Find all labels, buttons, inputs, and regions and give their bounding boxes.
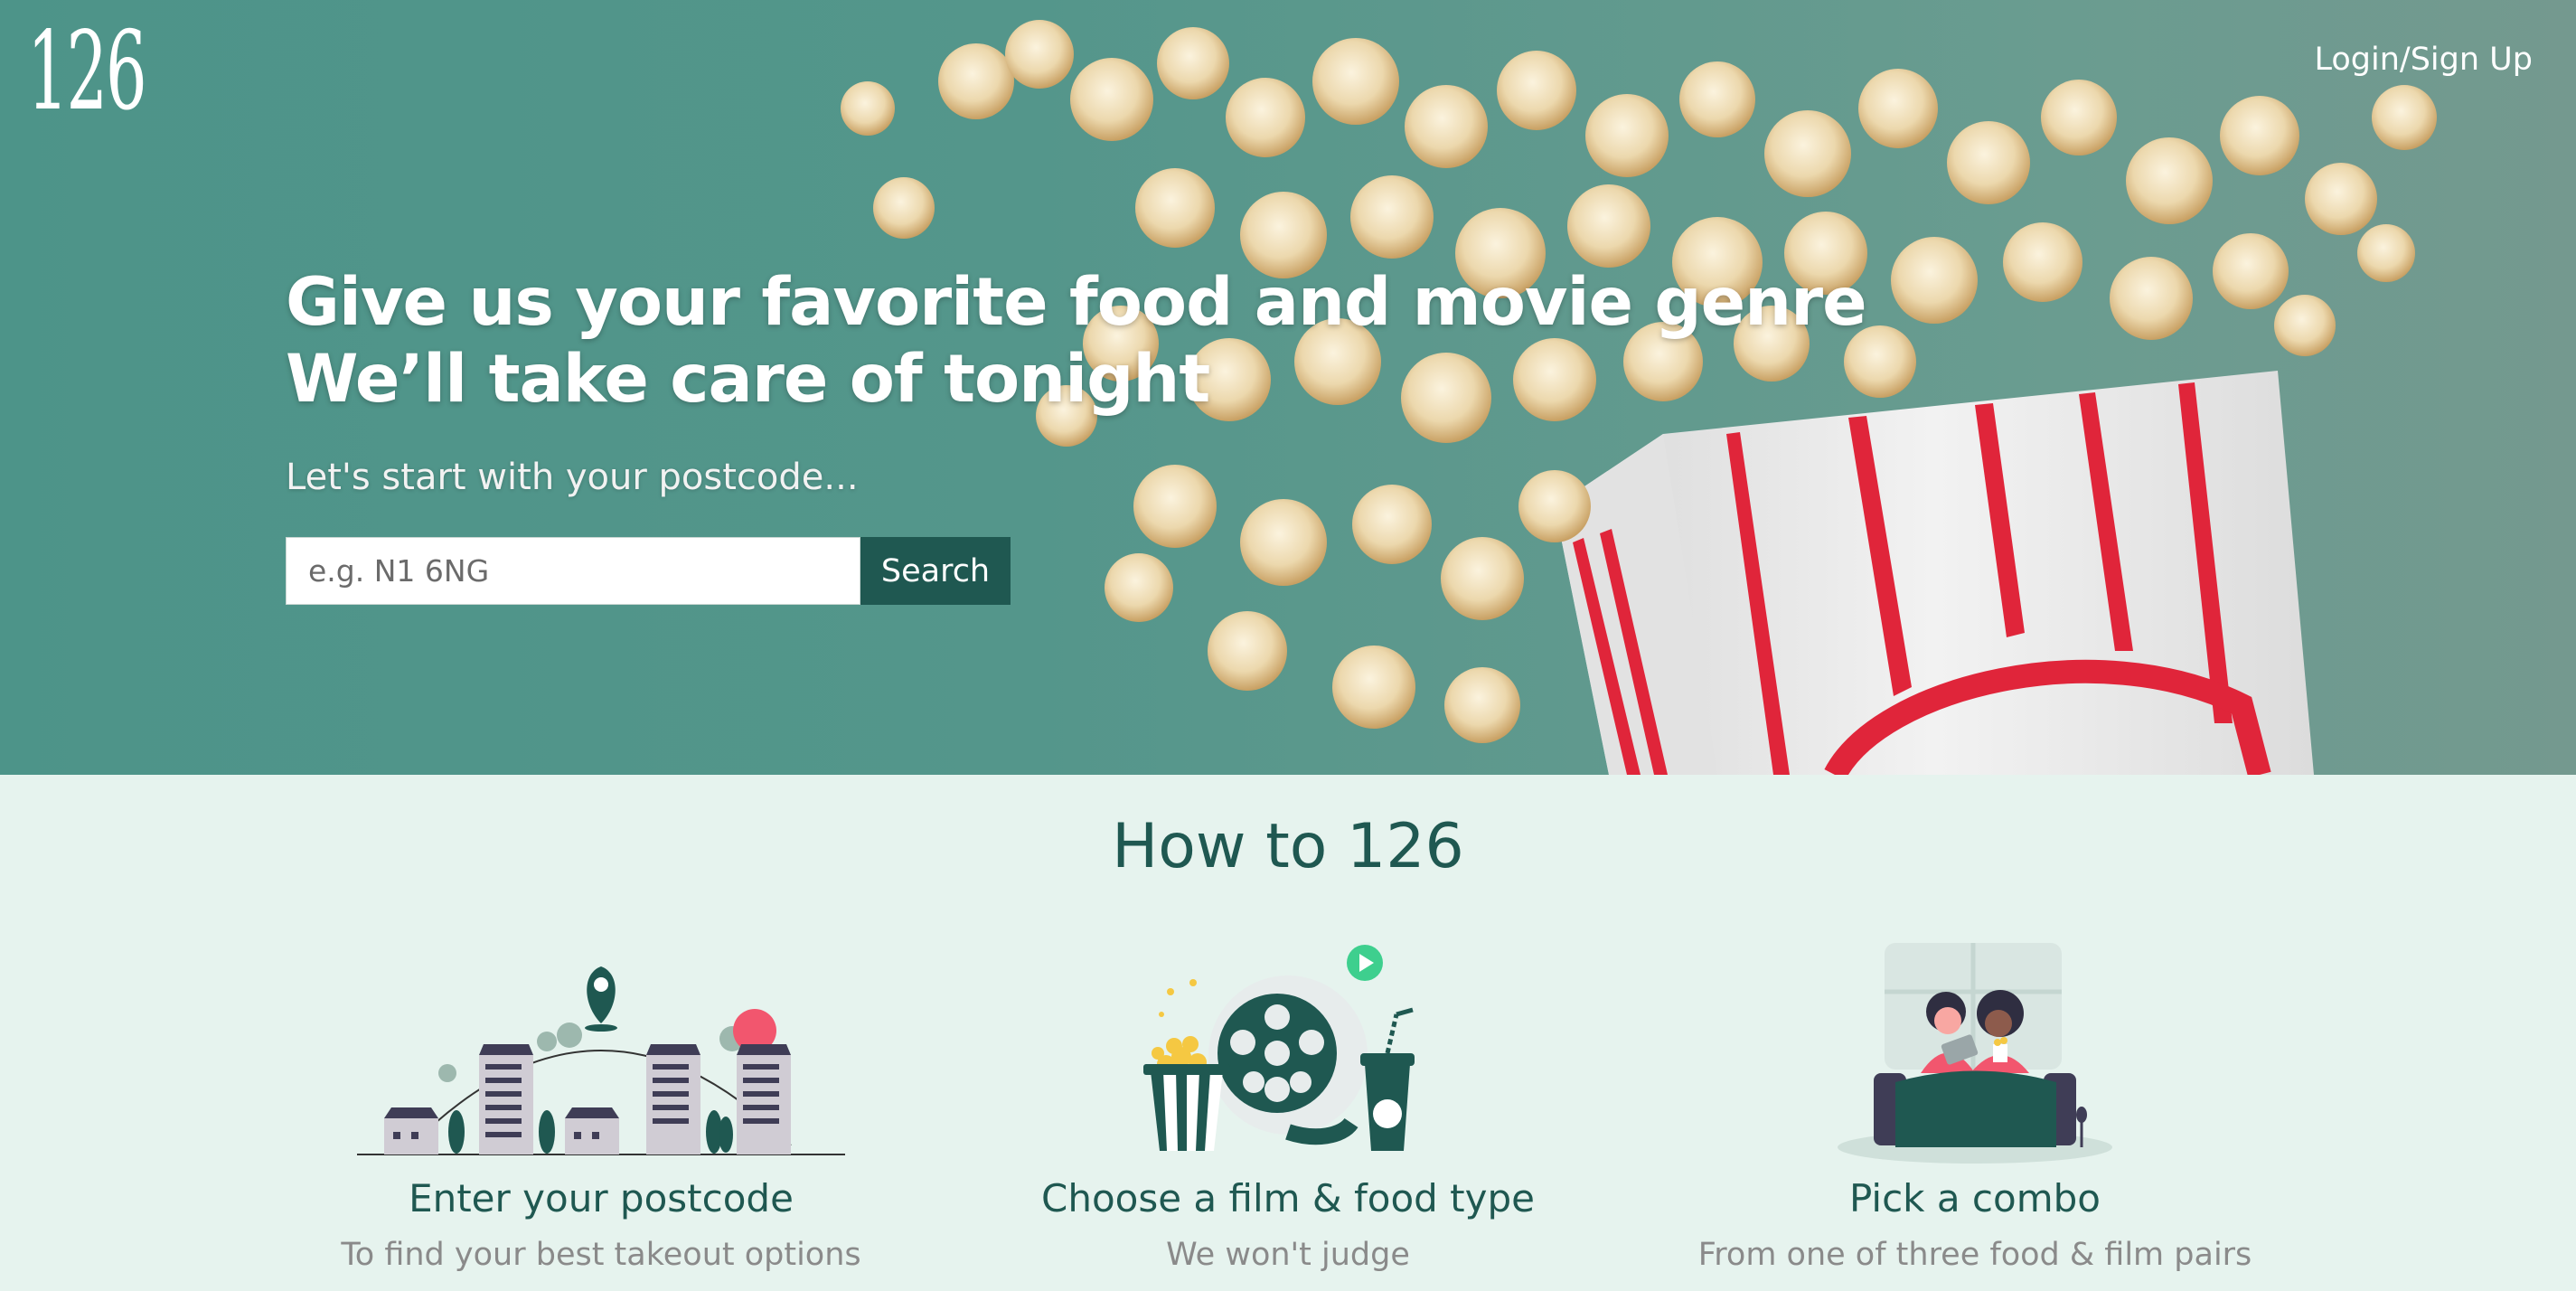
how-to-section: How to 126 Enter your postcode To find y…: [0, 775, 2576, 1291]
login-signup-link[interactable]: Login/Sign Up: [2314, 42, 2533, 78]
site-logo[interactable]: 126: [27, 18, 147, 127]
postcode-search-input[interactable]: [286, 537, 860, 605]
hero-headline-line-1: Give us your favorite food and movie gen…: [286, 264, 1867, 341]
city-map-pin-icon: [357, 966, 845, 1155]
popcorn-film-reel-icon: [1143, 945, 1415, 1151]
step-3-description: From one of three food & film pairs: [1697, 1237, 2252, 1273]
how-to-title: How to 126: [1112, 811, 1464, 882]
hero-headline-line-2: We’ll take care of tonight: [286, 341, 1210, 418]
postcode-search-form: Search: [286, 537, 1011, 605]
step-3-title: Pick a combo: [1849, 1176, 2101, 1220]
step-pick-combo: Pick a combo From one of three food & fi…: [1659, 938, 2291, 1273]
search-button[interactable]: Search: [860, 537, 1011, 605]
step-1-description: To find your best takeout options: [341, 1237, 861, 1273]
step-2-description: We won't judge: [1166, 1237, 1410, 1273]
hero-subline: Let's start with your postcode...: [286, 457, 859, 498]
step-choose-film-food: Choose a film & food type We won't judge: [972, 938, 1604, 1273]
step-2-title: Choose a film & food type: [1041, 1176, 1535, 1220]
hero-headline: Give us your favorite food and movie gen…: [286, 264, 1867, 418]
step-1-title: Enter your postcode: [409, 1176, 794, 1220]
step-enter-postcode: Enter your postcode To find your best ta…: [285, 938, 917, 1273]
hero-banner: 126 Login/Sign Up Give us your favorite …: [0, 0, 2576, 775]
couple-on-couch-icon: [1838, 943, 2112, 1164]
